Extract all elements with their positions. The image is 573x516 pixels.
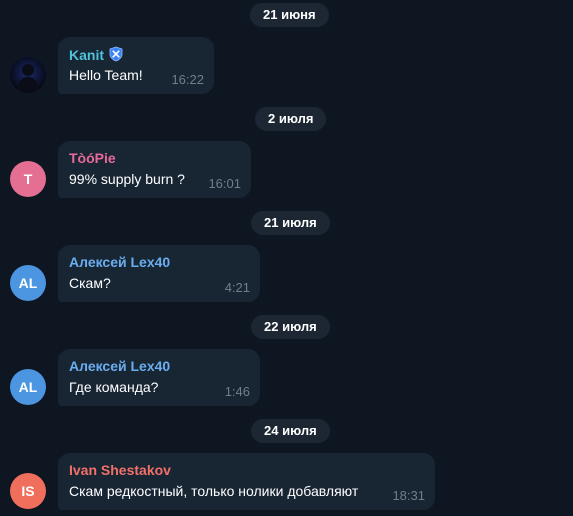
date-separator: 21 июня (250, 3, 329, 27)
message-row[interactable]: AL Алексей Lex40 Где команда? 1:46 (0, 349, 573, 406)
x-shield-badge-icon (109, 46, 123, 62)
message-time: 1:46 (224, 384, 250, 399)
dark-figure-avatar-icon (10, 57, 46, 93)
message-row[interactable]: AL Алексей Lex40 Скам? 4:21 (0, 245, 573, 302)
message-time: 18:31 (392, 488, 425, 503)
date-separator: 2 июля (255, 107, 327, 131)
avatar[interactable]: T (10, 161, 46, 197)
avatar[interactable]: IS (10, 473, 46, 509)
message-row[interactable]: IS Ivan Shestakov Скам редкостный, тольк… (0, 453, 573, 510)
sender-name[interactable]: Ivan Shestakov (69, 462, 171, 478)
message-row[interactable]: T TòóPie 99% supply burn ? 16:01 (0, 141, 573, 198)
sender-name[interactable]: Kanit (69, 46, 124, 63)
message-text: Скам? (69, 275, 111, 291)
message-bubble[interactable]: Алексей Lex40 Где команда? 1:46 (58, 349, 260, 406)
date-separator: 21 июля (251, 211, 330, 235)
message-bubble[interactable]: Kanit Hello Team! 16:22 (58, 37, 214, 94)
message-time: 4:21 (224, 280, 250, 295)
message-text: Скам редкостный, только нолики добавляют (69, 483, 359, 499)
message-bubble[interactable]: Алексей Lex40 Скам? 4:21 (58, 245, 260, 302)
message-text: 99% supply burn ? (69, 171, 185, 187)
avatar[interactable] (10, 57, 46, 93)
message-bubble[interactable]: Ivan Shestakov Скам редкостный, только н… (58, 453, 435, 510)
date-separator: 22 июля (251, 315, 330, 339)
message-row[interactable]: Kanit Hello Team! 16:22 (0, 37, 573, 94)
sender-name[interactable]: Алексей Lex40 (69, 254, 170, 270)
message-time: 16:22 (171, 72, 204, 87)
sender-name[interactable]: TòóPie (69, 150, 116, 166)
message-time: 16:01 (208, 176, 241, 191)
chat-history: 21 июня Kanit Hello Team! 16:22 2 июля T… (0, 0, 573, 516)
message-text: Где команда? (69, 379, 159, 395)
date-separator: 24 июля (251, 419, 330, 443)
message-text: Hello Team! (69, 67, 143, 83)
avatar[interactable]: AL (10, 369, 46, 405)
message-bubble[interactable]: TòóPie 99% supply burn ? 16:01 (58, 141, 251, 198)
sender-name[interactable]: Алексей Lex40 (69, 358, 170, 374)
avatar[interactable]: AL (10, 265, 46, 301)
